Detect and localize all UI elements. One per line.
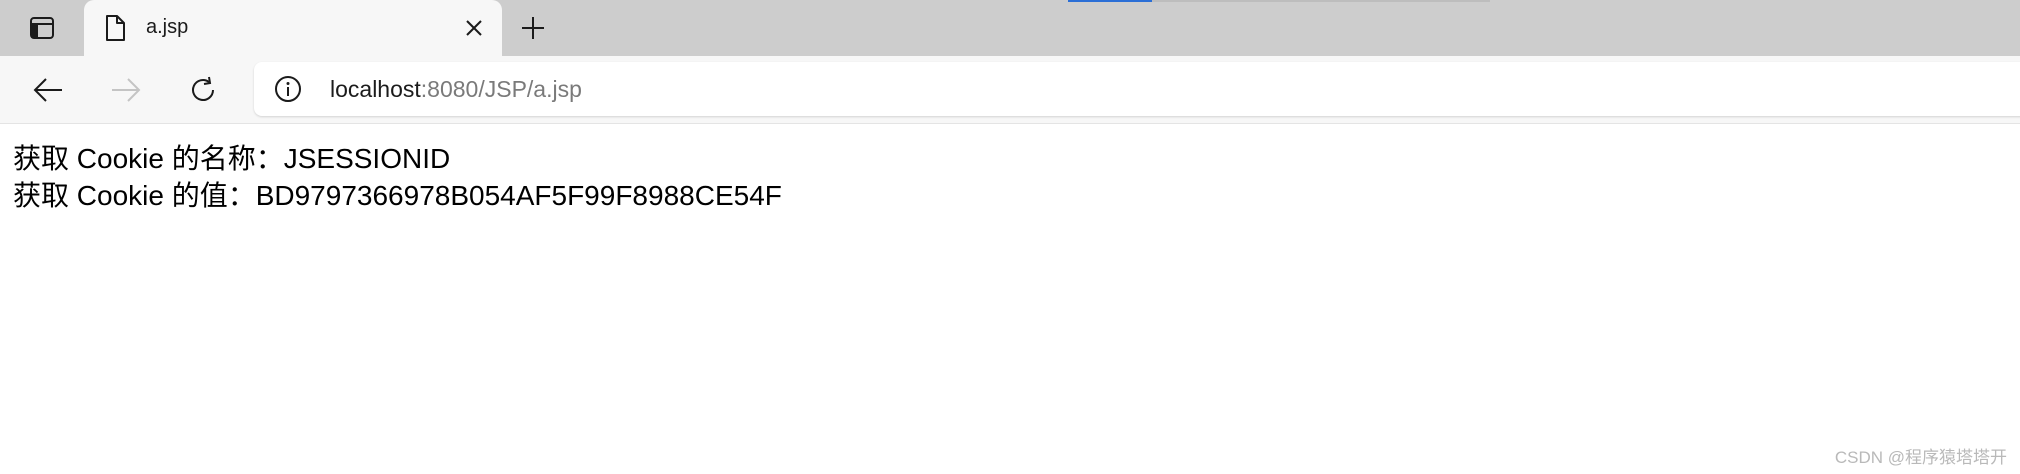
close-icon (466, 20, 482, 36)
forward-button[interactable] (106, 70, 146, 110)
url-text[interactable]: localhost:8080/JSP/a.jsp (330, 76, 582, 103)
close-tab-button[interactable] (460, 14, 488, 42)
cookie-name-line: 获取 Cookie 的名称：JSESSIONID (13, 143, 451, 174)
page-file-icon (104, 14, 126, 42)
address-bar[interactable]: localhost:8080/JSP/a.jsp (254, 62, 2020, 116)
back-arrow-icon (33, 78, 62, 102)
url-path: :8080/JSP/a.jsp (420, 76, 582, 102)
tab-strip: a.jsp (0, 0, 2020, 56)
refresh-button[interactable] (183, 70, 223, 110)
cookie-value-line: 获取 Cookie 的值：BD9797366978B054AF5F99F8988… (13, 180, 782, 211)
plus-icon (522, 17, 544, 39)
site-info-icon[interactable] (274, 75, 302, 103)
back-button[interactable] (28, 70, 68, 110)
tab-actions-button[interactable] (20, 12, 64, 44)
refresh-icon (192, 76, 214, 101)
new-tab-button[interactable] (516, 12, 550, 44)
tab-actions-icon (30, 17, 54, 39)
page-content: 获取 Cookie 的名称：JSESSIONID 获取 Cookie 的值：BD… (13, 140, 782, 214)
loading-progress-track (1152, 0, 1490, 2)
loading-progress-bar (1068, 0, 1152, 2)
active-tab[interactable]: a.jsp (84, 0, 502, 56)
csdn-watermark: CSDN @程序猿塔塔开 (1834, 448, 2007, 467)
forward-arrow-icon (112, 78, 141, 102)
url-host: localhost (330, 76, 421, 102)
tab-title: a.jsp (146, 16, 189, 38)
